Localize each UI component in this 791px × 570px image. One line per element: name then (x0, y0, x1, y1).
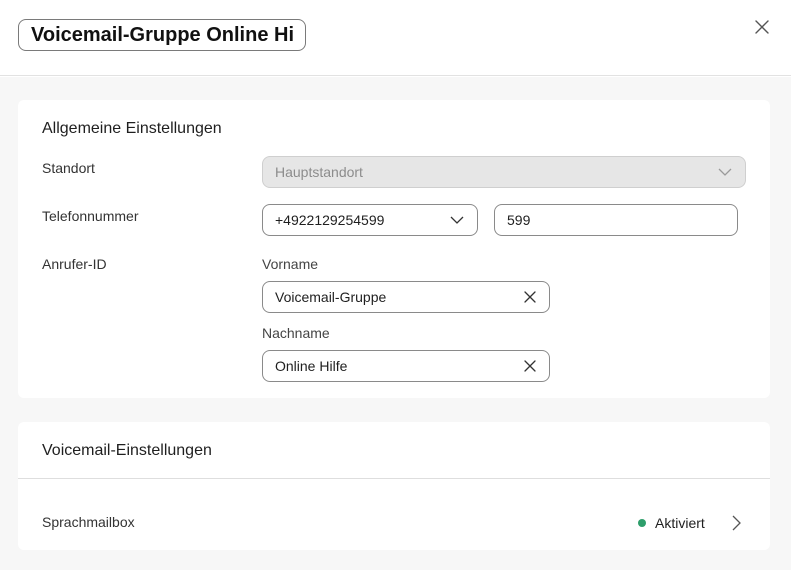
first-name-value: Voicemail-Gruppe (275, 289, 387, 305)
phone-label: Telefonnummer (42, 208, 139, 224)
clear-icon[interactable] (523, 359, 537, 373)
general-settings-card: Allgemeine Einstellungen Standort Haupts… (18, 100, 770, 398)
last-name-value: Online Hilfe (275, 358, 348, 374)
mailbox-status: Aktiviert (638, 515, 705, 531)
location-value: Hauptstandort (275, 164, 363, 180)
caller-id-label: Anrufer-ID (42, 256, 107, 272)
voicemail-settings-title: Voicemail-Einstellungen (42, 442, 212, 459)
group-name-input[interactable] (18, 19, 306, 51)
location-select: Hauptstandort (262, 156, 746, 188)
close-icon (755, 20, 769, 34)
general-settings-title: Allgemeine Einstellungen (42, 120, 222, 137)
modal-content: Allgemeine Einstellungen Standort Haupts… (0, 77, 791, 570)
status-badge: Aktiviert (655, 515, 705, 531)
clear-icon[interactable] (523, 290, 537, 304)
chevron-down-icon (718, 168, 732, 176)
first-name-label: Vorname (262, 256, 319, 272)
voicemail-mailbox-row[interactable]: Sprachmailbox Aktiviert (18, 479, 770, 550)
location-label: Standort (42, 160, 95, 176)
voicemail-settings-card: Voicemail-Einstellungen Sprachmailbox Ak… (18, 422, 770, 550)
voicemail-mailbox-label: Sprachmailbox (42, 514, 135, 530)
last-name-label: Nachname (262, 325, 330, 341)
extension-input[interactable]: 599 (494, 204, 738, 236)
close-button[interactable] (752, 17, 772, 37)
last-name-input[interactable]: Online Hilfe (262, 350, 550, 382)
phone-number-value: +4922129254599 (275, 212, 385, 228)
first-name-input[interactable]: Voicemail-Gruppe (262, 281, 550, 313)
extension-value: 599 (507, 212, 531, 228)
chevron-right-icon (732, 515, 741, 531)
phone-number-select[interactable]: +4922129254599 (262, 204, 478, 236)
status-dot (638, 519, 646, 527)
modal-header (0, 0, 791, 76)
chevron-down-icon (450, 216, 464, 224)
